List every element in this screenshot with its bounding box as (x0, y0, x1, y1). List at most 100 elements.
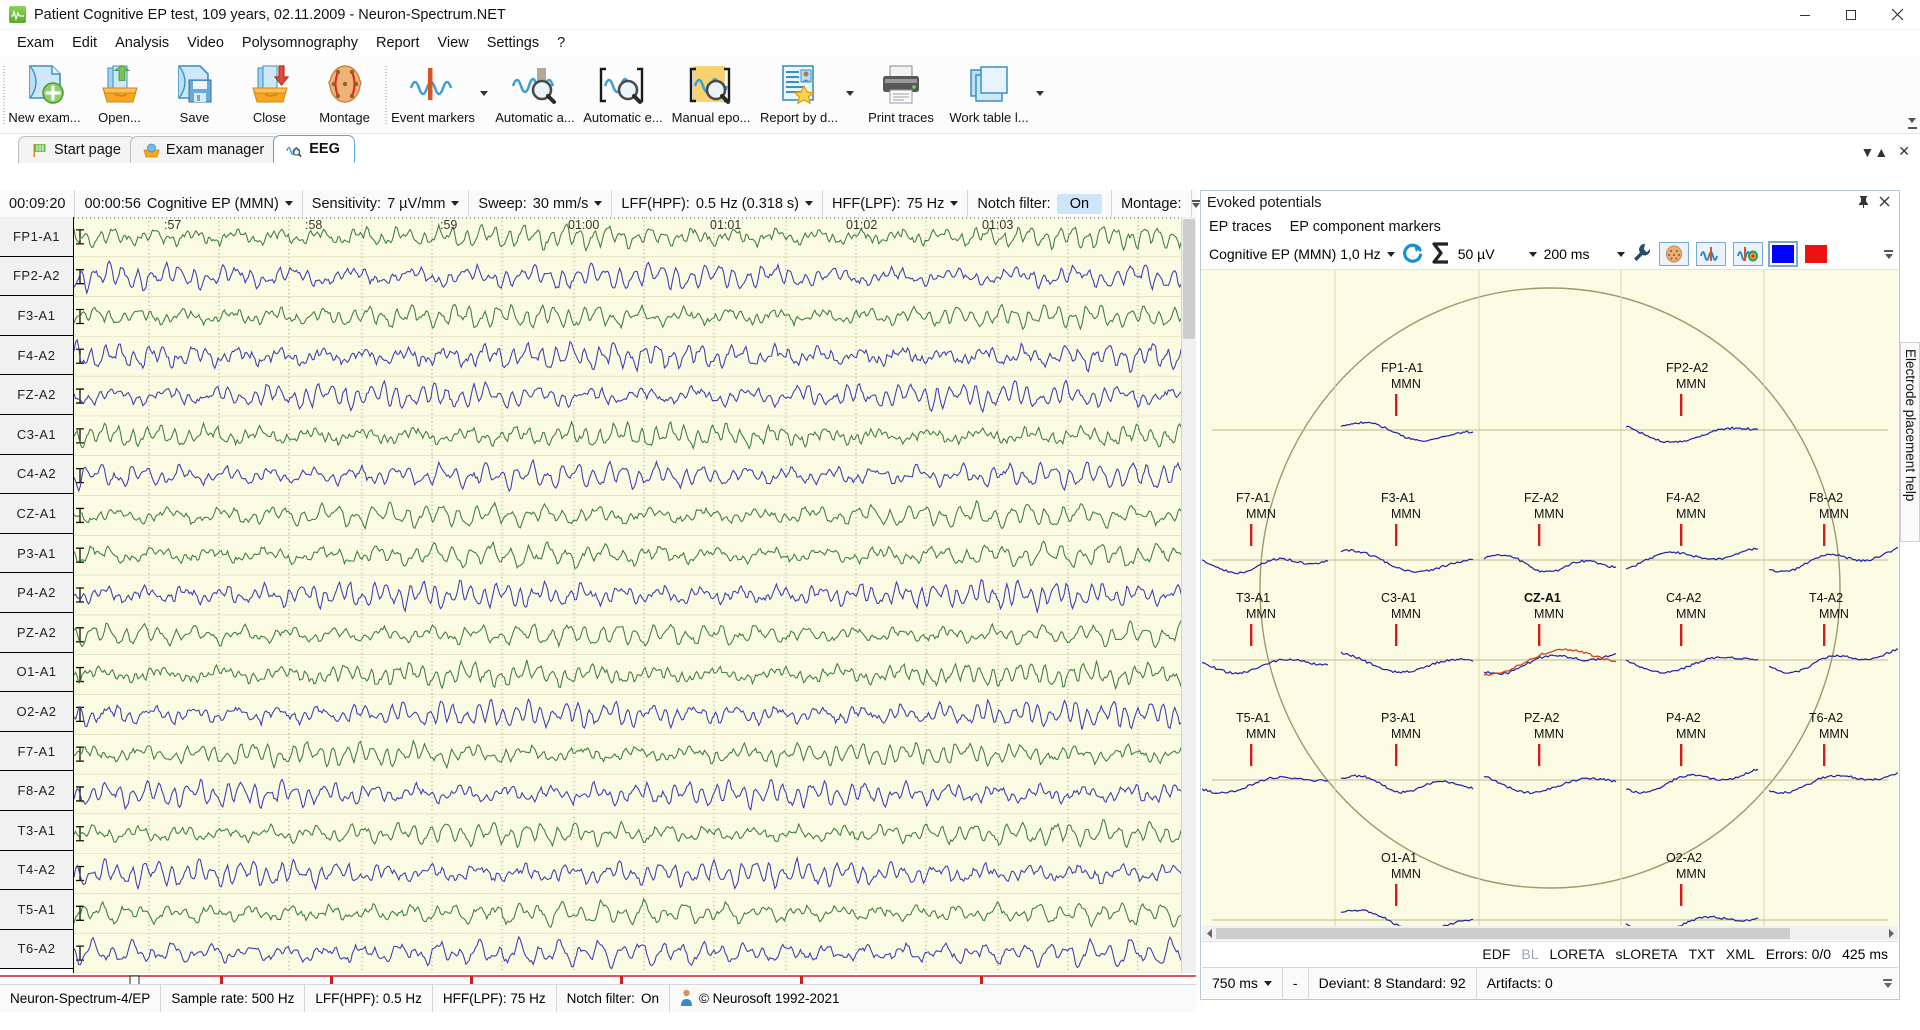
report-by-doctor-button[interactable]: Report by d... (755, 56, 843, 130)
refresh-icon[interactable] (1402, 242, 1424, 267)
electrode-placement-help-strip[interactable]: Electrode placement help (1900, 342, 1920, 542)
tab-close-icon[interactable]: ✕ (1898, 143, 1910, 160)
total-time-field[interactable]: 00:09:20 (0, 190, 76, 217)
scrollbar-thumb[interactable] (1216, 927, 1791, 939)
channel-label[interactable]: T6-A2 (0, 929, 73, 970)
sigma-icon[interactable] (1431, 241, 1451, 267)
notch-filter-toggle[interactable]: Notch filter: On (968, 190, 1113, 217)
menu-item-settings[interactable]: Settings (478, 32, 548, 54)
menu-item-view[interactable]: View (429, 32, 478, 54)
tab-eeg[interactable]: EEG (273, 135, 355, 163)
channel-label[interactable]: P4-A2 (0, 573, 73, 613)
hff-selector[interactable]: HFF(LPF): 75 Hz (823, 190, 969, 217)
menu-item-analysis[interactable]: Analysis (106, 32, 178, 54)
menu-item-help[interactable]: ? (548, 32, 574, 54)
ep-component-marker[interactable] (1395, 744, 1398, 766)
automatic-epoch-button[interactable]: Automatic e... (579, 56, 667, 130)
channel-label[interactable]: C4-A2 (0, 454, 73, 495)
event-markers-dropdown[interactable] (477, 56, 491, 130)
ep-component-marker[interactable] (1395, 884, 1398, 906)
ep-amplitude-selector[interactable]: 50 µV (1458, 246, 1537, 262)
ep-component-marker[interactable] (1538, 744, 1541, 766)
export-loreta-link[interactable]: LORETA (1550, 946, 1605, 962)
sweep-selector[interactable]: Sweep: 30 mm/s (469, 190, 613, 217)
eeg-trace-canvas[interactable]: :57:58:59 01:00 01:01 01:02 01:03 (74, 217, 1181, 973)
scrollbar-thumb[interactable] (1183, 219, 1195, 339)
ep-component-marker[interactable] (1538, 524, 1541, 546)
ep-component-marker[interactable] (1680, 524, 1683, 546)
pin-icon[interactable] (1858, 195, 1869, 212)
sensitivity-selector[interactable]: Sensitivity: 7 µV/mm (303, 190, 470, 217)
ep-component-marker[interactable] (1823, 624, 1826, 646)
work-table-dropdown[interactable] (1033, 56, 1047, 130)
close-exam-button[interactable]: Close (232, 56, 307, 130)
tab-exam-manager[interactable]: Exam manager (129, 136, 280, 163)
channel-label[interactable]: O1-A1 (0, 652, 73, 693)
maximize-button[interactable] (1828, 0, 1874, 29)
protocol-selector[interactable]: 00:00:56 Cognitive EP (MMN) (75, 190, 303, 217)
save-button[interactable]: Save (157, 56, 232, 130)
scrollbar-track[interactable] (1216, 927, 1884, 939)
work-table-button[interactable]: Work table l... (945, 56, 1033, 130)
menu-item-exam[interactable]: Exam (8, 32, 63, 54)
channel-label[interactable]: P3-A1 (0, 533, 73, 574)
status-notch[interactable]: Notch filter: On (557, 985, 670, 1012)
channel-label[interactable]: T4-A2 (0, 850, 73, 891)
export-txt-link[interactable]: TXT (1688, 946, 1714, 962)
ep-protocol-selector[interactable]: Cognitive EP (MMN) 1,0 Hz (1209, 246, 1395, 262)
ep-color-swatch-secondary[interactable] (1803, 243, 1830, 265)
ep-component-marker[interactable] (1680, 624, 1683, 646)
export-edf-link[interactable]: EDF (1482, 946, 1510, 962)
ep-component-marker[interactable] (1538, 624, 1541, 646)
channel-label[interactable]: F7-A1 (0, 731, 73, 772)
ep-component-marker[interactable] (1250, 524, 1253, 546)
montage-button[interactable]: Montage (307, 56, 382, 130)
ep-menu-component-markers[interactable]: EP component markers (1290, 219, 1441, 235)
ep-component-marker[interactable] (1680, 884, 1683, 906)
minimize-button[interactable] (1782, 0, 1828, 29)
menu-item-polysomnography[interactable]: Polysomnography (233, 32, 367, 54)
tab-start-page[interactable]: Start page (18, 136, 136, 163)
menu-item-report[interactable]: Report (367, 32, 429, 54)
ep-component-marker[interactable] (1823, 744, 1826, 766)
automatic-analysis-button[interactable]: Automatic a... (491, 56, 579, 130)
eeg-vertical-scrollbar[interactable] (1181, 217, 1196, 973)
channel-label[interactable]: FP2-A2 (0, 256, 73, 297)
channel-label[interactable]: C3-A1 (0, 414, 73, 455)
channel-label[interactable]: PZ-A2 (0, 612, 73, 653)
wrench-icon[interactable] (1632, 243, 1652, 266)
channel-label[interactable]: FZ-A2 (0, 375, 73, 415)
channel-label[interactable]: F4-A2 (0, 335, 73, 376)
ep-toolbar-overflow[interactable] (1884, 249, 1895, 259)
ep-status-overflow[interactable] (1883, 978, 1898, 988)
ep-close-icon[interactable] (1879, 195, 1890, 211)
report-dropdown[interactable] (843, 56, 857, 130)
ep-horizontal-scrollbar[interactable] (1202, 926, 1898, 940)
lff-selector[interactable]: LFF(HPF): 0.5 Hz (0.318 s) (612, 190, 824, 217)
channel-label[interactable]: CZ-A1 (0, 494, 73, 534)
ep-component-marker[interactable] (1680, 744, 1683, 766)
ep-window-selector[interactable]: 750 ms (1202, 968, 1283, 998)
channel-label[interactable]: T5-A1 (0, 890, 73, 930)
channel-label[interactable]: F3-A1 (0, 296, 73, 336)
traces-icon[interactable] (1696, 242, 1727, 266)
ep-color-swatch-primary[interactable] (1768, 241, 1799, 267)
ep-component-marker[interactable] (1395, 524, 1398, 546)
export-sloreta-link[interactable]: sLORETA (1615, 946, 1677, 962)
scroll-left-icon[interactable] (1202, 926, 1216, 940)
export-bl-link[interactable]: BL (1521, 946, 1538, 962)
ep-duration-selector[interactable]: 200 ms (1544, 246, 1626, 262)
menu-item-edit[interactable]: Edit (63, 32, 106, 54)
ep-head-map[interactable]: FP1-A1 MMN FP2-A2 MMN F7-A1 MMN F3-A1 MMN FZ-A2 M… (1202, 270, 1898, 926)
ep-component-marker[interactable] (1823, 524, 1826, 546)
tab-restore-icon[interactable]: ▼▲ (1861, 144, 1889, 160)
ribbon-overflow-button[interactable] (1904, 56, 1920, 133)
montage-selector[interactable]: Montage: (1112, 190, 1192, 217)
ep-component-marker[interactable] (1680, 394, 1683, 416)
open-button[interactable]: Open... (82, 56, 157, 130)
export-xml-link[interactable]: XML (1726, 946, 1755, 962)
menu-item-video[interactable]: Video (178, 32, 233, 54)
manual-epoch-button[interactable]: Manual epo... (667, 56, 755, 130)
head-map-icon[interactable] (1659, 242, 1690, 266)
ep-component-marker[interactable] (1395, 624, 1398, 646)
